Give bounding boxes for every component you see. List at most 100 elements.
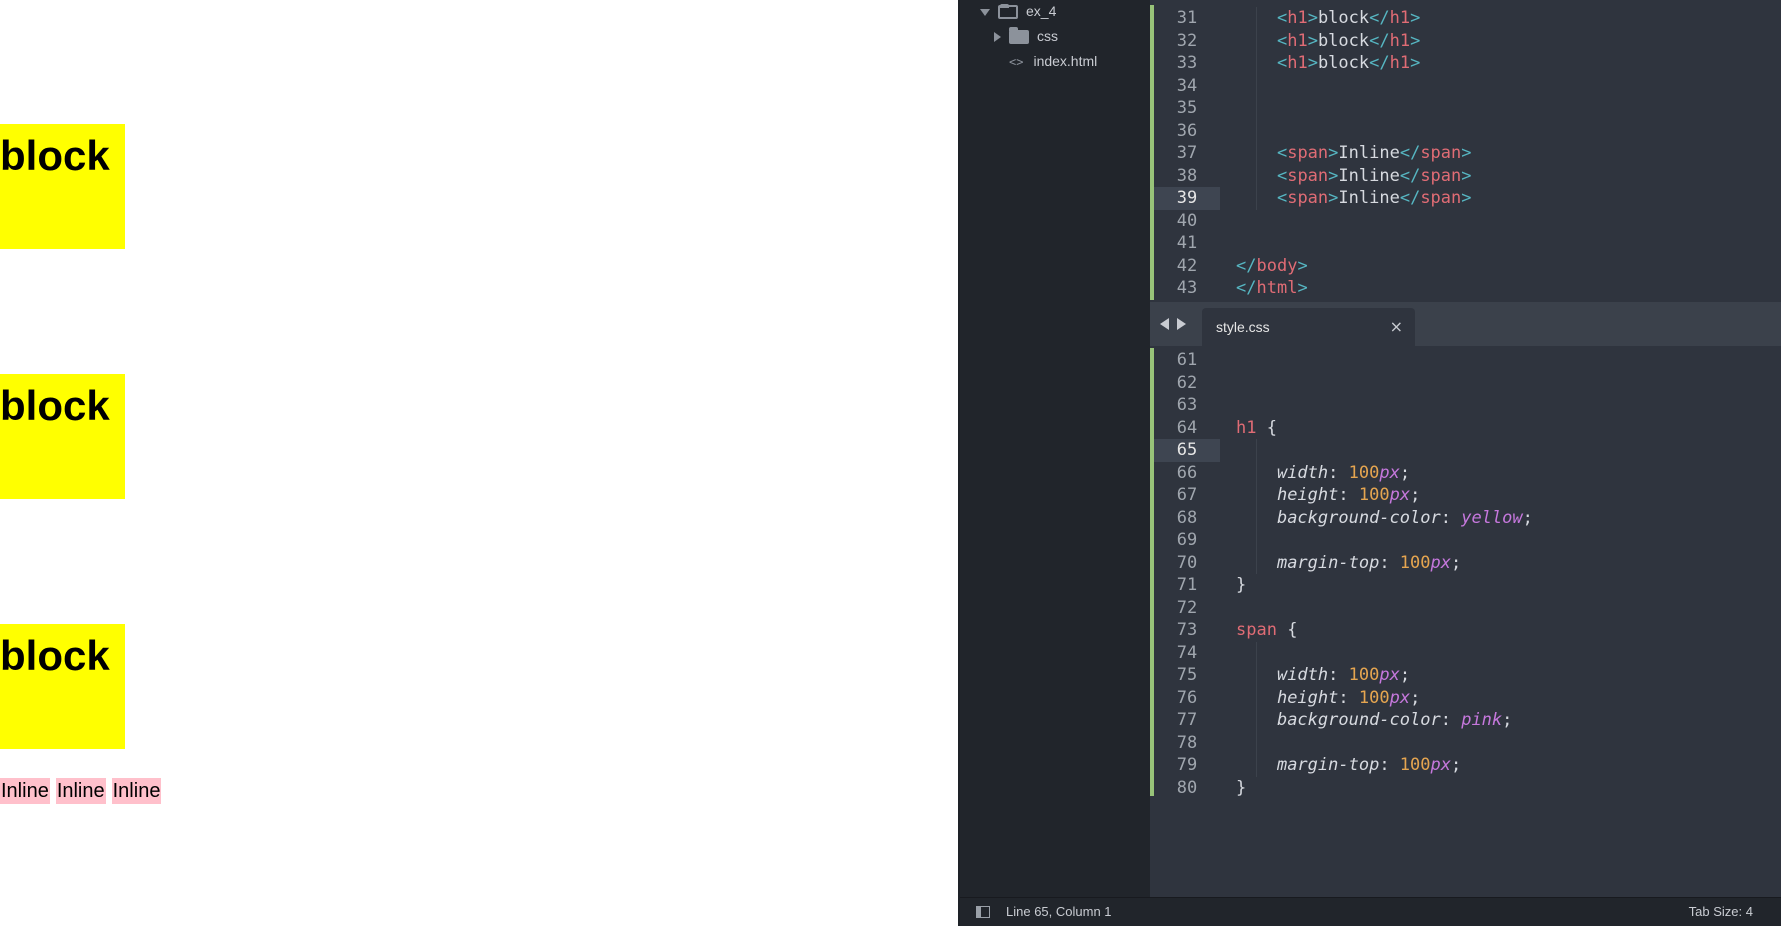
code-line: 69: [1150, 529, 1781, 552]
punct: ;: [1399, 462, 1411, 483]
tag-bracket: <: [1276, 8, 1288, 28]
tree-file-index-html[interactable]: <> index.html: [1009, 50, 1097, 72]
indent-guide: [1256, 7, 1257, 210]
css-value: pink: [1461, 710, 1503, 730]
tag-name: html: [1256, 278, 1298, 298]
inline-span: Inline: [0, 778, 50, 804]
cursor-position: Line 65, Column 1: [1006, 904, 1112, 919]
tab-size-indicator[interactable]: Tab Size: 4: [1689, 904, 1753, 919]
text-content: Inline: [1338, 143, 1400, 163]
punct: ;: [1451, 755, 1462, 775]
editor-pane-style-css[interactable]: 61 62 63 64 h1 {65 66 width: 100px; 67 height:…: [1150, 346, 1781, 898]
code-line: 73 span {: [1150, 619, 1781, 642]
brace: }: [1236, 575, 1247, 595]
tag-bracket: <: [1276, 143, 1288, 163]
code-line: 70 margin-top: 100px;: [1150, 552, 1781, 575]
line-number: 37: [1176, 143, 1198, 163]
code-line: 63: [1150, 394, 1781, 417]
code-line: 37 <span>Inline</span>: [1150, 142, 1781, 165]
code-line: 62: [1150, 372, 1781, 395]
code-text: width: 100px;: [1236, 664, 1410, 687]
line-number: 34: [1176, 75, 1198, 96]
status-bar: Line 65, Column 1 Tab Size: 4: [960, 897, 1781, 926]
code-line: 64 h1 {: [1150, 417, 1781, 440]
folder-open-icon: [998, 4, 1018, 20]
css-selector: h1: [1236, 417, 1257, 438]
line-number: 32: [1176, 30, 1198, 51]
code-text: }: [1236, 574, 1246, 597]
line-number: 35: [1176, 98, 1198, 118]
inline-span-row: Inline Inline Inline: [0, 778, 167, 804]
css-property: background-color: [1276, 710, 1441, 730]
tag-bracket: >: [1410, 53, 1421, 73]
code-line: 40: [1150, 210, 1781, 233]
editor-pane-index-html[interactable]: 31 <h1>block</h1> 32 <h1>block</h1> 33 <h1…: [1150, 0, 1781, 300]
text-content: block: [1317, 30, 1370, 51]
code-line: 75 width: 100px;: [1150, 664, 1781, 687]
punct: :: [1328, 462, 1349, 483]
line-number: 70: [1176, 552, 1198, 573]
punct: :: [1440, 507, 1462, 528]
chevron-right-icon[interactable]: [994, 32, 1001, 43]
code-line: 35: [1150, 97, 1781, 120]
line-number: 31: [1176, 8, 1198, 28]
sidebar-toggle-icon[interactable]: [976, 906, 990, 918]
text-content: Inline: [1338, 165, 1400, 186]
punct: ;: [1522, 507, 1533, 528]
tab-bar: style.css ×: [1150, 302, 1781, 346]
code-text: </html>: [1236, 277, 1308, 300]
code-line: 61: [1150, 349, 1781, 372]
line-number: 76: [1176, 687, 1198, 708]
css-unit: px: [1389, 485, 1411, 505]
line-number: 73: [1176, 620, 1198, 640]
tree-folder-label: css: [1037, 28, 1058, 44]
brace: {: [1256, 417, 1277, 438]
line-number: 79: [1176, 755, 1198, 775]
tree-folder-ex4[interactable]: ex_4: [980, 0, 1056, 22]
tag-bracket: >: [1328, 165, 1339, 186]
code-line: 33 <h1>block</h1>: [1150, 52, 1781, 75]
arrow-left-icon[interactable]: [1160, 318, 1169, 330]
line-number: 67: [1176, 485, 1198, 505]
code-text: height: 100px;: [1236, 687, 1420, 710]
line-number: 36: [1176, 120, 1198, 141]
tab-nav-arrows[interactable]: [1160, 316, 1196, 332]
code-line: 42 </body>: [1150, 255, 1781, 278]
line-number: 77: [1176, 710, 1198, 730]
css-property: width: [1276, 665, 1329, 685]
code-text: margin-top: 100px;: [1236, 552, 1461, 575]
line-number: 40: [1176, 210, 1198, 231]
tag-bracket: <: [1276, 165, 1288, 186]
code-text: <h1>block</h1>: [1236, 52, 1420, 75]
tag-name: h1: [1287, 53, 1308, 73]
tab-style-css[interactable]: style.css ×: [1202, 308, 1415, 346]
tag-bracket: </: [1236, 278, 1257, 298]
code-line: 38 <span>Inline</span>: [1150, 165, 1781, 188]
css-number: 100: [1399, 552, 1431, 573]
tag-bracket: >: [1307, 53, 1318, 73]
css-number: 100: [1348, 462, 1380, 483]
arrow-right-icon[interactable]: [1177, 318, 1186, 330]
line-number: 38: [1176, 165, 1198, 186]
line-number: 75: [1176, 665, 1198, 685]
punct: ;: [1399, 665, 1411, 685]
code-text: <h1>block</h1>: [1236, 30, 1420, 53]
css-property: height: [1276, 485, 1339, 505]
code-line: 34: [1150, 75, 1781, 98]
tag-bracket: </: [1236, 255, 1257, 276]
indent-guide: [1256, 641, 1257, 777]
tag-bracket: >: [1410, 8, 1421, 28]
css-unit: px: [1430, 755, 1451, 775]
css-unit: px: [1379, 665, 1400, 685]
code-text: background-color: pink;: [1236, 709, 1512, 732]
chevron-down-icon[interactable]: [980, 8, 990, 16]
tag-bracket: </: [1369, 8, 1390, 28]
tree-folder-css[interactable]: css: [994, 25, 1058, 47]
line-number: 62: [1176, 372, 1198, 393]
tag-name: span: [1287, 165, 1329, 186]
close-icon[interactable]: ×: [1390, 317, 1403, 336]
punct: :: [1379, 552, 1400, 573]
tag-name: h1: [1287, 8, 1308, 28]
line-number: 41: [1176, 233, 1198, 253]
tag-bracket: <: [1276, 30, 1288, 51]
